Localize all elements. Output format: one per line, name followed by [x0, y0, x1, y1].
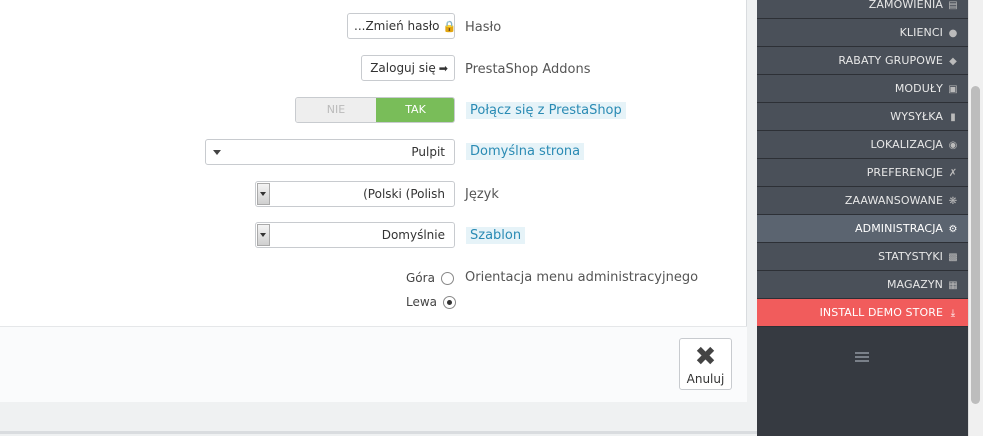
sidebar-item-label: PREFERENCJE — [866, 166, 943, 179]
main-panel: ...Zmień hasło 🔒 Hasło Zaloguj się ➡ Prest… — [0, 0, 747, 402]
radio-left-label: Lewa — [406, 295, 438, 309]
sidebar-item-install-demo[interactable]: INSTALL DEMO STORE ⤓ — [757, 299, 968, 327]
sidebar-item-label: ZAAWANSOWANE — [844, 194, 943, 207]
switch-on-option[interactable]: TAK — [376, 98, 454, 122]
dropdown-arrow-icon — [257, 183, 270, 205]
tag-icon: ◆ — [949, 56, 957, 67]
menu-orientation-label: Orientacja menu administracyjnego — [465, 270, 699, 285]
language-select[interactable]: (Polski (Polish — [255, 181, 455, 207]
truck-icon: ▮ — [950, 112, 956, 123]
sidebar-item-stock[interactable]: MAGAZYN ▦ — [757, 271, 968, 299]
connect-switch[interactable]: NIE TAK — [295, 97, 455, 123]
language-label: Język — [465, 187, 499, 202]
sidebar-item-label: MODUŁY — [894, 82, 943, 95]
sidebar-item-label: ZAMÓWIENIA — [868, 0, 943, 11]
sidebar-item-orders[interactable]: ZAMÓWIENIA ▤ — [757, 0, 968, 19]
admin-sidebar: ZAMÓWIENIA ▤ KLIENCI ● RABATY GRUPOWE ◆ MOD… — [757, 0, 968, 436]
radio-option-left[interactable]: Lewa — [406, 295, 457, 309]
sidebar-item-label: STATYSTYKI — [878, 250, 943, 263]
addons-login-label: Zaloguj się — [370, 61, 436, 75]
switch-off-option[interactable]: NIE — [296, 98, 376, 122]
sidebar-item-label: ADMINISTRACJA — [855, 222, 943, 235]
sidebar-item-label: INSTALL DEMO STORE — [819, 306, 943, 319]
addons-label: PrestaShop Addons — [465, 62, 591, 77]
scrollbar-thumb[interactable] — [971, 86, 980, 404]
sidebar-item-label: LOKALIZACJA — [870, 138, 943, 151]
addons-login-button[interactable]: Zaloguj się ➡ — [361, 55, 455, 81]
panel-footer — [0, 327, 747, 402]
sign-in-icon: ➡ — [438, 62, 448, 75]
sidebar-item-localization[interactable]: LOKALIZACJA ◉ — [757, 131, 968, 159]
sidebar-item-administration[interactable]: ADMINISTRACJA ⚙ — [757, 215, 968, 243]
wrench-icon: ✗ — [948, 168, 958, 179]
sidebar-item-preferences[interactable]: PREFERENCJE ✗ — [757, 159, 968, 187]
sidebar-item-modules[interactable]: MODUŁY ▣ — [757, 75, 968, 103]
connect-label: Połącz się z PrestaShop — [466, 102, 626, 119]
menu-collapse-icon[interactable] — [855, 352, 869, 364]
archive-icon: ▦ — [948, 280, 958, 291]
lock-icon: 🔒 — [442, 20, 457, 33]
orders-icon: ▤ — [948, 0, 958, 11]
theme-label: Szablon — [466, 227, 526, 244]
radio-option-top[interactable]: Góra — [406, 271, 454, 285]
sidebar-item-stats[interactable]: STATYSTYKI ▩ — [757, 243, 968, 271]
globe-icon: ◉ — [948, 140, 958, 151]
sidebar-item-label: MAGAZYN — [886, 278, 943, 291]
chevron-down-icon — [213, 150, 221, 155]
sidebar-item-label: WYSYŁKA — [890, 110, 943, 123]
default-page-select[interactable]: Pulpit — [205, 139, 455, 165]
default-page-value: Pulpit — [411, 145, 445, 159]
bar-chart-icon: ▩ — [948, 252, 958, 263]
users-icon: ● — [948, 28, 958, 39]
cancel-button[interactable]: ✖ Anuluj — [679, 338, 732, 390]
sidebar-item-customers[interactable]: KLIENCI ● — [757, 19, 968, 47]
cancel-label: Anuluj — [686, 372, 725, 386]
change-password-button[interactable]: ...Zmień hasło 🔒 — [347, 13, 457, 39]
radio-left[interactable] — [443, 296, 457, 309]
theme-value: Domyślnie — [381, 228, 445, 242]
sidebar-item-shipping[interactable]: WYSYŁKA ▮ — [757, 103, 968, 131]
password-label: Hasło — [465, 20, 502, 35]
change-password-label: ...Zmień hasło — [354, 19, 440, 33]
sidebar-item-label: RABATY GRUPOWE — [838, 54, 943, 67]
cogs-icon: ❋ — [948, 196, 958, 207]
language-value: (Polski (Polish — [363, 187, 445, 201]
sidebar-item-advanced[interactable]: ZAAWANSOWANE ❋ — [757, 187, 968, 215]
sidebar-item-label: KLIENCI — [899, 26, 943, 39]
radio-top-label: Góra — [406, 271, 435, 285]
download-icon: ⤓ — [950, 308, 956, 319]
default-page-label: Domyślna strona — [466, 143, 585, 160]
dropdown-arrow-icon — [257, 224, 270, 246]
close-icon: ✖ — [694, 342, 717, 372]
gear-icon: ⚙ — [948, 224, 958, 235]
puzzle-icon: ▣ — [948, 84, 958, 95]
page-divider — [0, 431, 757, 434]
theme-select[interactable]: Domyślnie — [255, 222, 455, 248]
radio-top[interactable] — [440, 272, 454, 285]
sidebar-item-group-discounts[interactable]: RABATY GRUPOWE ◆ — [757, 47, 968, 75]
